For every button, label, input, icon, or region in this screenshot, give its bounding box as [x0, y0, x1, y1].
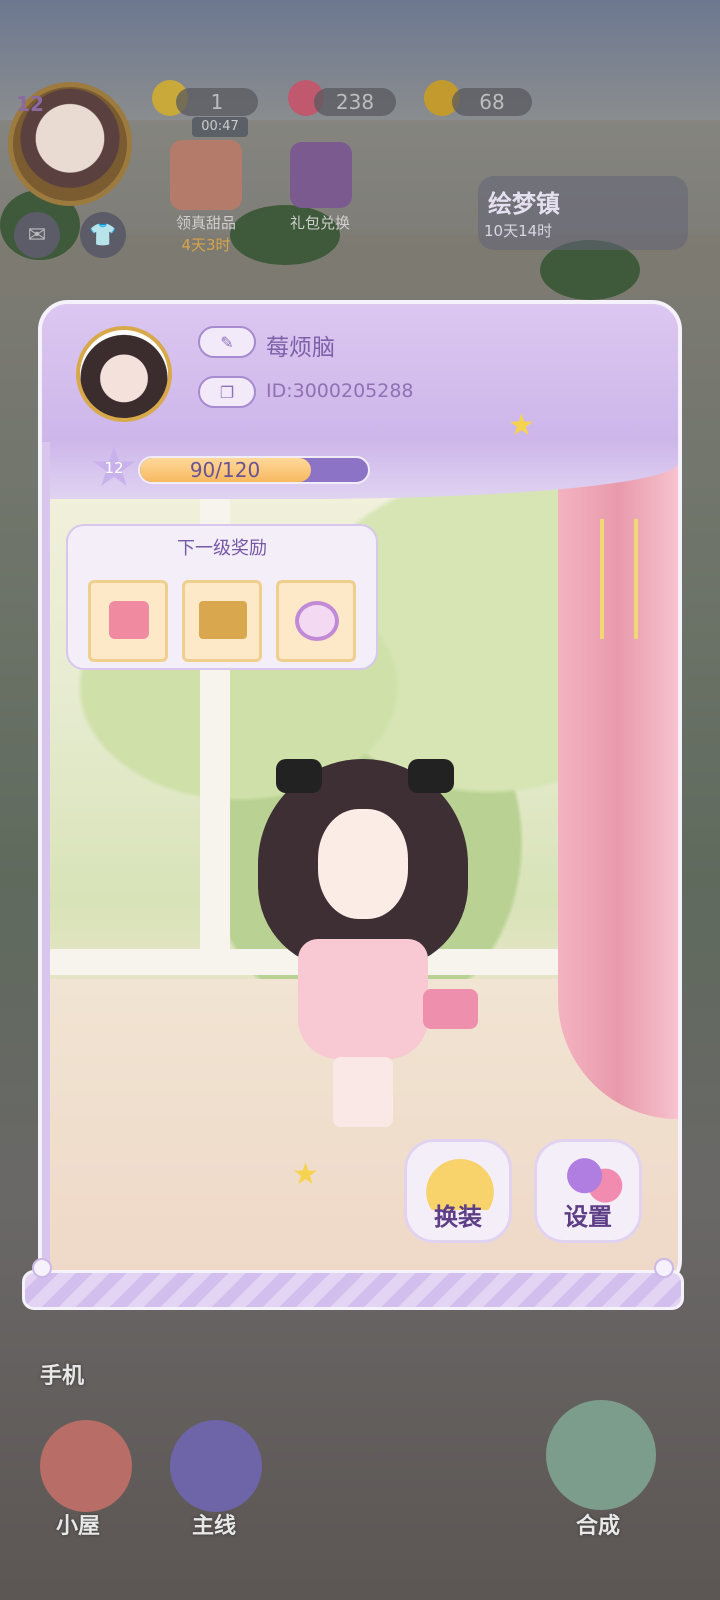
hair-bow-right	[408, 759, 454, 793]
profile-avatar[interactable]	[76, 326, 172, 422]
wardrobe-button[interactable]: 👕	[80, 212, 126, 258]
pink-bag-icon	[109, 601, 149, 639]
storybook-icon[interactable]	[170, 1420, 262, 1512]
curtain-ribbon	[600, 519, 638, 639]
energy-counter[interactable]: 1	[176, 88, 258, 116]
panel-knob-left	[32, 1258, 52, 1278]
copy-icon: ❐	[219, 382, 235, 402]
nav-main-label[interactable]: 主线	[192, 1508, 236, 1540]
gift-redeem-label: 礼包兑换	[289, 214, 350, 232]
star-decor: ★	[292, 1157, 319, 1192]
shirt-icon: 👕	[89, 222, 117, 248]
reward-title: 下一级奖励	[177, 538, 267, 559]
dream-town-timer: 10天14时	[484, 222, 553, 240]
house-icon[interactable]	[40, 1420, 132, 1512]
star-decor: ★	[508, 408, 535, 443]
character-model[interactable]	[248, 739, 478, 1129]
character-legs	[333, 1057, 393, 1127]
dessert-event-timer: 4天3时	[181, 236, 231, 254]
panel-bottom-bar	[22, 1270, 684, 1310]
settings-button[interactable]: 设置	[534, 1139, 642, 1243]
dream-town-label: 绘梦镇	[488, 190, 560, 218]
player-level-badge: 12	[16, 92, 44, 116]
dessert-event-icon[interactable]	[170, 140, 242, 210]
treasure-box-icon	[199, 601, 247, 639]
next-level-reward-box: 下一级奖励	[66, 524, 378, 670]
mail-button[interactable]: ✉	[14, 212, 60, 258]
dream-town-button[interactable]: 绘梦镇 10天14时	[478, 176, 688, 250]
reward-item-treasure-box[interactable]	[182, 580, 262, 662]
character-face	[318, 809, 408, 919]
phone-label[interactable]: 手机	[40, 1358, 84, 1390]
edit-name-button[interactable]: ✎	[198, 326, 256, 358]
reward-item-pink-bag[interactable]	[88, 580, 168, 662]
xp-bar: 90/120	[138, 456, 370, 484]
pencil-icon: ✎	[220, 332, 234, 352]
reward-item-compact-mirror[interactable]	[276, 580, 356, 662]
nav-merge-label[interactable]: 合成	[576, 1508, 620, 1540]
character-dress	[298, 939, 428, 1059]
character-handbag	[423, 989, 478, 1029]
player-name: 莓烦脑	[266, 335, 335, 361]
gem-counter[interactable]: 238	[314, 88, 396, 116]
energy-timer: 00:47	[192, 117, 248, 137]
dessert-event-label: 领真甜品	[175, 214, 236, 232]
panel-knob-right	[654, 1258, 674, 1278]
dressup-button[interactable]: 换装	[404, 1139, 512, 1243]
mail-icon: ✉	[27, 222, 47, 248]
settings-label: 设置	[564, 1203, 612, 1231]
gift-redeem-icon[interactable]	[290, 142, 352, 208]
xp-text: 90/120	[189, 458, 261, 482]
dressup-label: 换装	[434, 1203, 482, 1231]
coin-counter[interactable]: 68	[452, 88, 532, 116]
profile-panel: 换装 设置 ★ ✎ 莓烦脑 ❐ ID:3000205288 ★ 12 90/12…	[38, 300, 682, 1290]
copy-id-button[interactable]: ❐	[198, 376, 256, 408]
hair-bow-left	[276, 759, 322, 793]
teacup-icon[interactable]	[546, 1400, 656, 1510]
player-id: ID:3000205288	[266, 380, 414, 402]
compact-mirror-icon	[295, 601, 339, 641]
nav-house-label[interactable]: 小屋	[56, 1508, 100, 1540]
